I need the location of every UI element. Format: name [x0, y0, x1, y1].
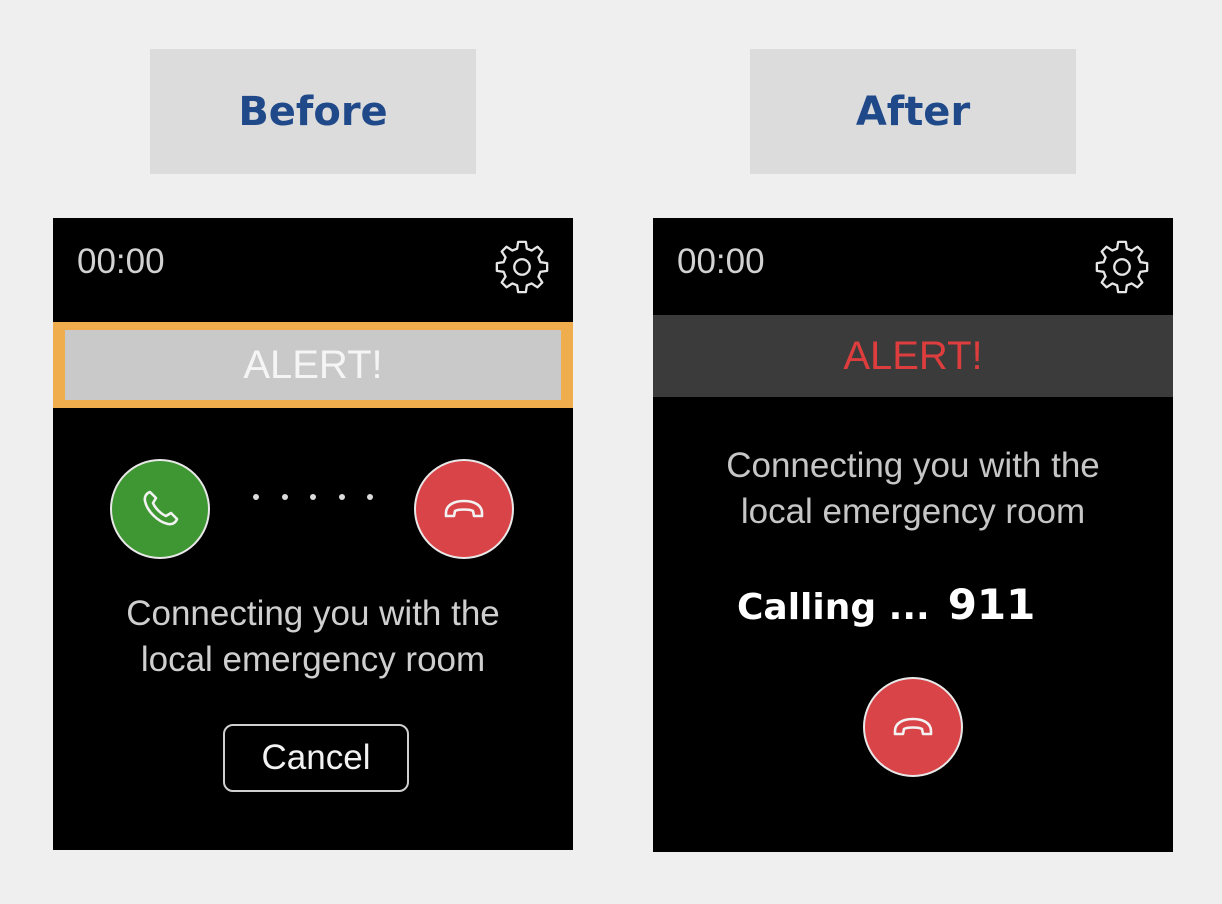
hang-up-icon [893, 717, 933, 736]
connecting-dots [253, 494, 373, 500]
alert-banner: ALERT! [53, 322, 573, 408]
after-screen: 00:00 ALERT! Connecting you with the loc… [653, 218, 1173, 852]
gear-icon[interactable] [1093, 238, 1151, 296]
alert-banner: ALERT! [653, 315, 1173, 397]
calling-label: Calling ... [737, 587, 930, 628]
calling-number: 911 [947, 580, 1036, 629]
status-message-line1: Connecting you with the [126, 594, 500, 633]
accept-call-button[interactable] [110, 459, 210, 559]
alert-label: ALERT! [65, 330, 561, 400]
after-heading-text: After [855, 88, 971, 135]
after-heading: After [750, 49, 1076, 174]
before-heading-text: Before [238, 88, 388, 135]
calling-status: Calling ... 911 [737, 580, 1035, 629]
status-message-line1: Connecting you with the [726, 446, 1100, 485]
decline-call-button[interactable] [414, 459, 514, 559]
before-heading: Before [150, 49, 476, 174]
hang-up-button[interactable] [863, 677, 963, 777]
time-display: 00:00 [677, 242, 765, 281]
phone-icon [143, 490, 179, 526]
status-message: Connecting you with the local emergency … [53, 591, 573, 683]
time-display: 00:00 [77, 242, 165, 281]
hang-up-icon [444, 499, 484, 518]
status-message-line2: local emergency room [740, 492, 1086, 531]
gear-icon[interactable] [493, 238, 551, 296]
status-message: Connecting you with the local emergency … [653, 443, 1173, 535]
before-screen: 00:00 ALERT! Connecting you with the loc… [53, 218, 573, 850]
cancel-button[interactable]: Cancel [223, 724, 409, 792]
status-message-line2: local emergency room [140, 640, 486, 679]
